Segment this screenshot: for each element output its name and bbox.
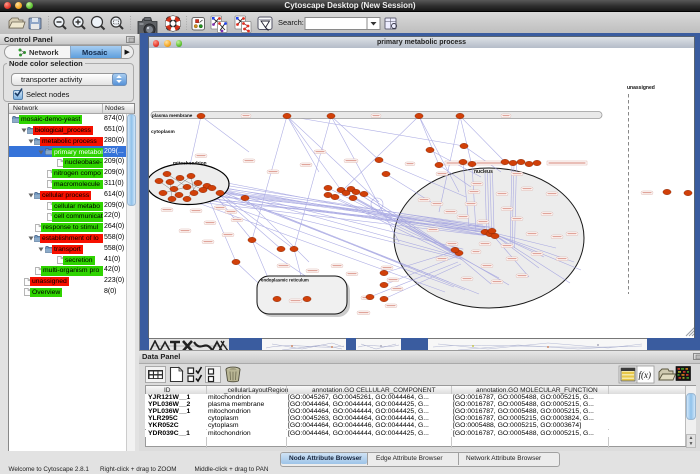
svg-text:plasma membrane: plasma membrane: [152, 113, 193, 118]
svg-text:nucleus: nucleus: [474, 169, 493, 175]
svg-text:f(x): f(x): [639, 370, 652, 380]
svg-text:cytoplasm: cytoplasm: [151, 129, 175, 135]
svg-text:mitochondrion: mitochondrion: [173, 160, 207, 166]
svg-text:unassigned: unassigned: [627, 85, 655, 91]
svg-text:endoplasmic reticulum: endoplasmic reticulum: [261, 277, 309, 282]
